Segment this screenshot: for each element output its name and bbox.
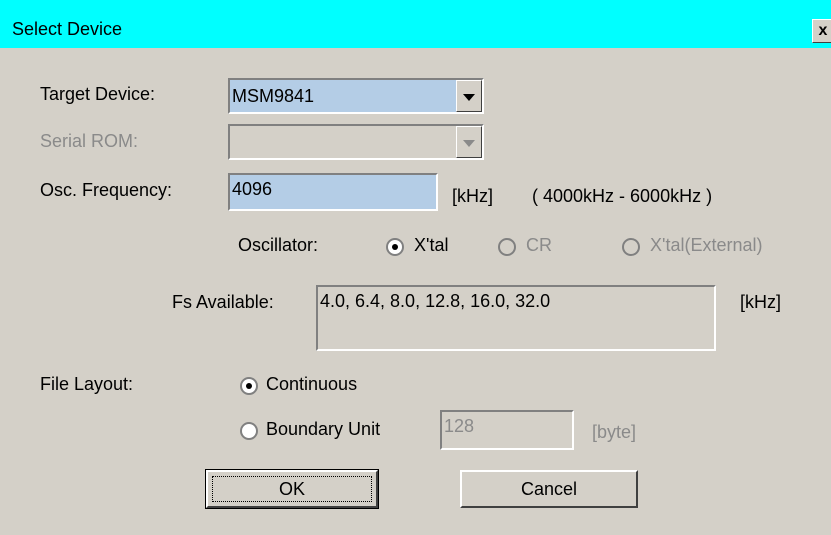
- close-button[interactable]: x: [812, 19, 831, 43]
- file-layout-label: File Layout:: [40, 374, 134, 394]
- boundary-unit-value: 128: [444, 416, 475, 436]
- oscillator-xtal-external-label[interactable]: X'tal(External): [650, 235, 762, 256]
- oscillator-cr-label[interactable]: CR: [526, 235, 552, 256]
- title-bar: Select Device x: [0, 0, 831, 48]
- boundary-unit-input[interactable]: 128: [440, 410, 574, 450]
- target-device-combo[interactable]: MSM9841: [228, 78, 484, 114]
- boundary-unit-label[interactable]: Boundary Unit: [266, 419, 380, 440]
- boundary-unit-radio[interactable]: [240, 422, 258, 440]
- osc-frequency-value: 4096: [232, 179, 273, 199]
- continuous-label[interactable]: Continuous: [266, 374, 357, 395]
- osc-frequency-unit: [kHz]: [452, 186, 494, 206]
- ok-button[interactable]: OK: [205, 469, 379, 509]
- radio-selected-dot: [392, 244, 398, 250]
- boundary-unit-unit: [byte]: [592, 422, 637, 442]
- osc-frequency-label: Osc. Frequency:: [40, 180, 173, 200]
- continuous-radio[interactable]: [240, 377, 258, 395]
- focus-rect: [212, 476, 372, 502]
- serial-rom-dropdown-button[interactable]: [456, 126, 482, 158]
- oscillator-xtal-radio[interactable]: [386, 238, 404, 256]
- window-title: Select Device: [12, 19, 123, 39]
- fs-available-label: Fs Available:: [172, 292, 274, 312]
- oscillator-label: Oscillator:: [238, 235, 319, 255]
- fs-available-box: 4.0, 6.4, 8.0, 12.8, 16.0, 32.0: [316, 285, 716, 351]
- oscillator-xtal-external-radio[interactable]: [622, 238, 640, 256]
- cancel-button-label: Cancel: [520, 479, 578, 499]
- oscillator-cr-radio[interactable]: [498, 238, 516, 256]
- serial-rom-combo[interactable]: [228, 124, 484, 160]
- fs-available-value: 4.0, 6.4, 8.0, 12.8, 16.0, 32.0: [320, 291, 551, 311]
- target-device-value: MSM9841: [232, 86, 315, 106]
- target-device-dropdown-button[interactable]: [456, 80, 482, 112]
- target-device-label: Target Device:: [40, 84, 156, 104]
- serial-rom-label: Serial ROM:: [40, 131, 139, 151]
- fs-available-unit: [kHz]: [740, 292, 782, 312]
- osc-frequency-input[interactable]: 4096: [228, 173, 438, 211]
- close-icon: x: [818, 22, 828, 39]
- cancel-button[interactable]: Cancel: [460, 470, 638, 508]
- radio-selected-dot: [246, 383, 252, 389]
- chevron-down-icon: [463, 94, 475, 101]
- chevron-down-icon: [463, 140, 475, 147]
- oscillator-xtal-label[interactable]: X'tal: [414, 235, 448, 256]
- osc-frequency-range: ( 4000kHz - 6000kHz ): [532, 186, 713, 206]
- select-device-dialog: Select Device x Target Device: MSM9841 S…: [0, 0, 831, 535]
